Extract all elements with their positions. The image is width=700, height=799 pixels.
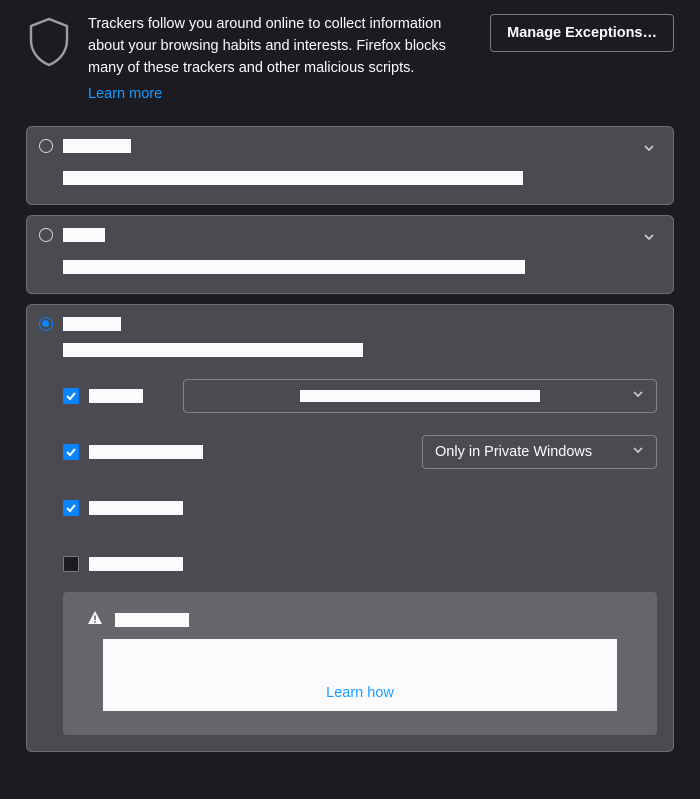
tracking-header: Trackers follow you around online to col… (26, 14, 674, 106)
custom-option-row (63, 490, 657, 526)
shield-icon (26, 14, 72, 71)
select-tracking-content[interactable] (183, 379, 657, 413)
custom-subheading (63, 343, 363, 357)
learn-how-link[interactable]: Learn how (326, 685, 394, 701)
protection-option-strict[interactable] (26, 215, 674, 294)
warning-body: Learn how (103, 639, 617, 711)
chevron-down-icon[interactable] (643, 141, 655, 157)
custom-option-row (63, 546, 657, 582)
chevron-down-icon[interactable] (643, 230, 655, 246)
desc-strict (63, 260, 525, 274)
select-value: Only in Private Windows (435, 444, 592, 460)
manage-exceptions-button[interactable]: Manage Exceptions… (490, 14, 674, 52)
custom-option-row: Only in Private Windows (63, 434, 657, 470)
checkbox-cookies[interactable] (63, 444, 79, 460)
checkbox-fingerprinters[interactable] (63, 556, 79, 572)
chevron-down-icon (632, 444, 644, 460)
checkbox-cryptominers[interactable] (63, 500, 79, 516)
checkbox-trackers[interactable] (63, 388, 79, 404)
radio-custom[interactable] (39, 317, 53, 331)
radio-strict[interactable] (39, 228, 53, 242)
select-cookies[interactable]: Only in Private Windows (422, 435, 657, 469)
label-opt-2 (89, 445, 203, 459)
protection-option-standard[interactable] (26, 126, 674, 205)
label-standard (63, 139, 131, 153)
tracking-description: Trackers follow you around online to col… (88, 14, 474, 106)
warning-title (115, 613, 189, 627)
custom-option-row (63, 378, 657, 414)
warning-icon (87, 610, 103, 629)
protection-level-panels: Only in Private Windows (12, 126, 688, 752)
learn-more-link[interactable]: Learn more (88, 86, 162, 102)
desc-standard (63, 171, 523, 185)
label-opt-3 (89, 501, 183, 515)
label-strict (63, 228, 105, 242)
label-opt-1 (89, 389, 143, 403)
warning-panel: Learn how (63, 592, 657, 735)
label-opt-4 (89, 557, 183, 571)
select-value-placeholder (300, 390, 540, 402)
chevron-down-icon (632, 388, 644, 404)
label-custom (63, 317, 121, 331)
protection-option-custom[interactable]: Only in Private Windows (26, 304, 674, 752)
tracking-description-text: Trackers follow you around online to col… (88, 14, 474, 79)
radio-standard[interactable] (39, 139, 53, 153)
